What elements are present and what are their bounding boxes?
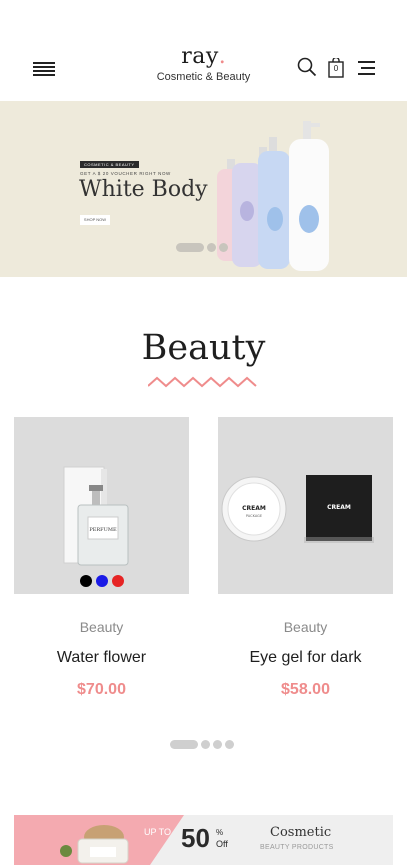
promo-discount: 50 [181,823,210,853]
product-category[interactable]: Beauty [218,619,393,635]
search-icon[interactable] [297,57,317,77]
color-swatches [14,575,189,587]
perfume-label: PERFUME [89,527,117,533]
product-dot-1[interactable] [170,740,198,749]
cream-box-label: CREAM [327,504,351,511]
swatch-red[interactable] [111,575,124,587]
menu-icon[interactable] [356,61,376,75]
product-card[interactable]: CREAM PACKAGE CREAM Beauty Eye gel for d… [218,417,393,699]
cream-jars-image: CREAM PACKAGE CREAM [221,475,374,543]
section-title: Beauty [141,328,266,368]
product-name[interactable]: Water flower [14,649,189,667]
hero-title: White Body [79,177,208,202]
product-dot-4[interactable] [225,740,234,749]
promo-subtitle: BEAUTY PRODUCTS [260,844,334,851]
cart-button[interactable]: 0 [328,56,344,78]
product-image[interactable]: PERFUME [14,417,189,594]
logo-dot: . [218,44,226,69]
product-price: $70.00 [77,681,126,698]
swatch-black[interactable] [79,575,92,587]
product-price: $58.00 [281,681,330,698]
site-header: ray. Cosmetic & Beauty 0 [0,0,407,101]
product-image[interactable]: CREAM PACKAGE CREAM [218,417,393,594]
product-category[interactable]: Beauty [14,619,189,635]
product-dot-3[interactable] [213,740,222,749]
perfume-image: PERFUME [63,466,129,566]
promo-title: Cosmetic [270,825,332,840]
zigzag-divider [148,376,257,388]
cream-sublabel: PACKAGE [246,514,262,518]
cart-count: 0 [333,64,339,73]
product-name[interactable]: Eye gel for dark [218,649,393,667]
hero-shop-button[interactable]: SHOP NOW [80,215,110,225]
logo-text: ray [181,44,219,69]
promo-percent: % [216,828,224,837]
promo-product-image [60,825,129,864]
hero-tag: COSMETIC & BEAUTY [80,161,139,168]
hero-dot-3[interactable] [219,243,228,252]
logo-tagline: Cosmetic & Beauty [156,71,251,83]
hero-slider[interactable]: COSMETIC & BEAUTY GET A $ 20 VOUCHER RIG… [0,101,407,277]
product-card[interactable]: PERFUME Beauty Water flower $70.00 [14,417,189,699]
hero-dot-2[interactable] [207,243,216,252]
site-logo[interactable]: ray. Cosmetic & Beauty [0,44,407,83]
hero-subtitle: GET A $ 20 VOUCHER RIGHT NOW [80,171,171,176]
hero-dot-1[interactable] [176,243,204,252]
swatch-blue[interactable] [95,575,108,587]
promo-banner[interactable]: UP TO 50 % Off Cosmetic BEAUTY PRODUCTS [14,815,393,865]
cream-label: CREAM [242,505,266,512]
hero-bottles-image [217,121,329,271]
product-pagination [170,740,234,749]
promo-upto: UP TO [144,827,172,837]
promo-off: Off [216,839,228,849]
hero-pagination [176,243,228,252]
product-dot-2[interactable] [201,740,210,749]
